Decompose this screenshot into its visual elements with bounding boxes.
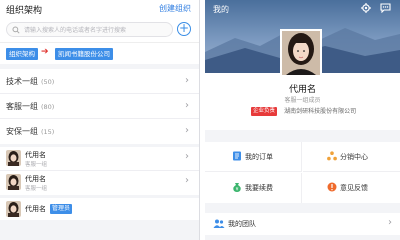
profile-avatar[interactable] <box>280 29 322 77</box>
page-title: 我的 <box>213 5 229 14</box>
group-list: 技术一组 (50) › 客服一组 (80) › 安保一组 (15) › <box>0 69 199 144</box>
admin-member-item[interactable]: 代用名 管理员 <box>0 198 199 220</box>
avatar <box>6 201 21 217</box>
member-name: 代用名 <box>25 205 46 213</box>
search-input[interactable]: 请输入搜索人的电话或者名字进行搜索 <box>6 22 173 37</box>
menu-grid: 我的订单 分销中心 ¥ 我要续费 意见反馈 <box>205 142 400 203</box>
group-item[interactable]: 安保一组 (15) › <box>0 119 199 144</box>
renew-button[interactable]: ¥ 我要续费 <box>205 173 302 203</box>
avatar <box>6 150 21 166</box>
order-icon <box>233 151 241 161</box>
search-icon <box>12 26 20 34</box>
group-count: (80) <box>41 103 55 111</box>
distribution-icon <box>327 151 337 161</box>
my-team-row[interactable]: 我的团队 › <box>205 213 400 235</box>
feedback-icon <box>327 182 337 192</box>
breadcrumb-company[interactable]: 凯闻书籍股份公司 <box>55 48 113 60</box>
menu-label: 我的订单 <box>245 153 273 161</box>
svg-text:¥: ¥ <box>236 186 239 192</box>
group-name: 安保一组 <box>6 127 38 136</box>
owner-badge: 企业负责 <box>251 107 278 116</box>
arrow-right-icon: ➔ <box>41 47 49 57</box>
org-header: 组织架构 创建组织 <box>0 0 199 19</box>
my-orders-button[interactable]: 我的订单 <box>205 142 302 172</box>
menu-label: 我要续费 <box>245 184 273 192</box>
member-role: 客服一组 <box>25 162 48 168</box>
team-icon <box>213 219 225 228</box>
profile-role: 客服一组成员 <box>284 97 321 104</box>
group-name: 技术一组 <box>6 77 38 86</box>
chevron-right-icon: › <box>185 75 189 86</box>
profile-card: 代用名 客服一组成员 企业负责 湖南剑研科技股份有限公司 <box>205 29 400 130</box>
group-count: (15) <box>41 128 55 136</box>
member-name: 代用名 <box>25 151 46 159</box>
chevron-right-icon: › <box>185 125 189 136</box>
team-label: 我的团队 <box>228 220 256 228</box>
feedback-button[interactable]: 意见反馈 <box>303 173 400 203</box>
member-list: 代用名 客服一组 › 代用名 客服一组 › <box>0 147 199 195</box>
member-item[interactable]: 代用名 客服一组 › <box>0 171 199 195</box>
search-row: 请输入搜索人的电话或者名字进行搜索 + <box>0 19 199 42</box>
group-item[interactable]: 技术一组 (50) › <box>0 69 199 94</box>
chevron-right-icon: › <box>185 175 189 186</box>
profile-name: 代用名 <box>288 85 316 95</box>
avatar <box>6 174 21 190</box>
chevron-right-icon: › <box>185 100 189 111</box>
company-name: 湖南剑研科技股份有限公司 <box>284 108 357 115</box>
chevron-right-icon: › <box>388 217 392 228</box>
group-count: (50) <box>41 78 55 86</box>
group-name: 客服一组 <box>6 102 38 111</box>
chevron-right-icon: › <box>185 151 189 162</box>
renew-icon: ¥ <box>233 183 241 192</box>
distribution-center-button[interactable]: 分销中心 <box>303 142 400 172</box>
message-icon[interactable] <box>380 3 391 13</box>
member-role: 客服一组 <box>25 186 48 192</box>
admin-badge: 管理员 <box>50 204 73 214</box>
member-item[interactable]: 代用名 客服一组 › <box>0 147 199 171</box>
profile-panel: 我的 代用名 客服一组成员 企业负责 湖南剑研科技股份有限公司 我的订单 分销中… <box>205 0 400 240</box>
member-name: 代用名 <box>25 175 46 183</box>
company-row: 企业负责 湖南剑研科技股份有限公司 <box>251 107 356 117</box>
menu-label: 分销中心 <box>340 153 368 161</box>
group-item[interactable]: 客服一组 (80) › <box>0 94 199 119</box>
breadcrumb-root[interactable]: 组织架构 <box>6 48 38 60</box>
add-icon[interactable]: + <box>177 22 191 36</box>
breadcrumb: 组织架构 ➔ 凯闻书籍股份公司 <box>0 42 199 64</box>
create-org-link[interactable]: 创建组织 <box>159 3 191 14</box>
gear-icon[interactable] <box>361 3 371 13</box>
page-title: 组织架构 <box>6 6 43 16</box>
menu-label: 意见反馈 <box>340 184 368 192</box>
org-panel: 组织架构 创建组织 请输入搜索人的电话或者名字进行搜索 + 组织架构 ➔ 凯闻书… <box>0 0 200 240</box>
search-placeholder: 请输入搜索人的电话或者名字进行搜索 <box>24 27 127 34</box>
